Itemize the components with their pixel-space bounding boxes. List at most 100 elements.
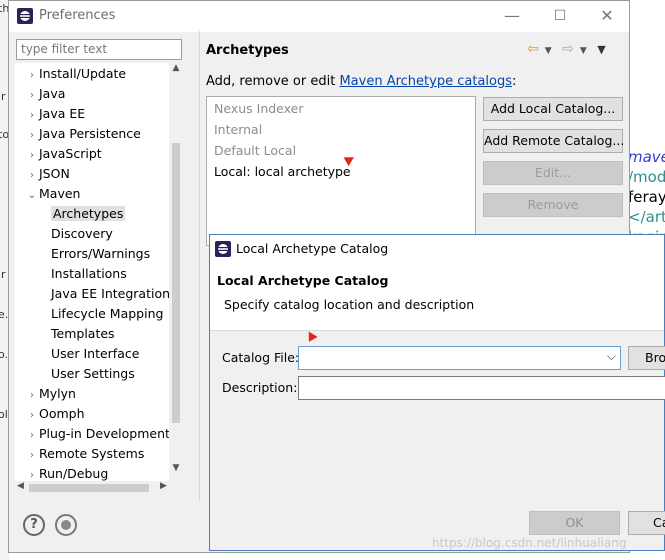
description-suffix: : [511,74,517,89]
tree-item-label: Java EE Integration [51,286,171,301]
tree-item-label: Remote Systems [39,446,145,461]
chevron-right-icon[interactable]: › [25,426,39,446]
scroll-up-icon[interactable]: ▲ [169,63,183,73]
hscroll-thumb[interactable] [29,484,149,492]
chevron-down-icon[interactable]: ⌄ [25,186,39,206]
add-local-catalog-button[interactable]: Add Local Catalog... [483,97,623,121]
catalog-item[interactable]: Nexus Indexer [214,101,303,116]
add-remote-catalog-button[interactable]: Add Remote Catalog... [483,129,624,153]
chevron-right-icon[interactable]: › [25,66,39,86]
annotation-arrow [304,329,318,342]
record-icon[interactable] [55,514,77,536]
tree-item[interactable]: ⌄ Maven [25,184,81,206]
tree-item-label: JavaScript [39,146,102,161]
chevron-right-icon[interactable]: › [25,406,39,426]
tree-item[interactable]: Archetypes [51,204,126,224]
edit-button[interactable]: Edit... [483,161,623,185]
browse-button[interactable]: Browse... [628,346,665,370]
tree-item-label: Templates [51,326,115,341]
view-menu-icon[interactable]: ▼ [597,43,605,56]
chevron-down-icon[interactable]: ⌵ [607,349,616,364]
close-icon[interactable]: ✕ [597,6,617,26]
chevron-right-icon[interactable]: › [25,106,39,126]
tree-item-label: Lifecycle Mapping [51,306,164,321]
page-title: Archetypes [206,43,289,58]
catalog-file-combo[interactable]: ⌵ [298,346,621,370]
dialog-title-bar: Local Archetype Catalog [210,235,664,263]
bg-editor-line: maven [628,148,665,166]
back-dropdown-icon[interactable]: ▼ [545,46,552,56]
tree-horizontal-scrollbar[interactable]: ◀ ▶ [15,481,183,495]
maven-archetype-catalogs-link[interactable]: Maven Archetype catalogs [339,74,512,89]
page-description: Add, remove or edit Maven Archetype cata… [206,74,516,89]
dialog-title: Local Archetype Catalog [236,241,389,256]
tree-item-label: Archetypes [51,206,126,221]
chevron-right-icon[interactable]: › [25,86,39,106]
chevron-right-icon[interactable]: › [25,446,39,466]
chevron-right-icon[interactable]: › [25,126,39,146]
tree-item[interactable]: › Java Persistence [25,124,141,144]
tree-item[interactable]: User Interface [51,344,139,364]
tree-item[interactable]: › Run/Debug [25,464,108,481]
tree-item[interactable]: › Java [25,84,65,104]
tree-item[interactable]: › Oomph [25,404,85,424]
tree-item-label: Mylyn [39,386,76,401]
tree-item[interactable]: › Mylyn [25,384,76,404]
tree-item-label: User Interface [51,346,140,361]
filter-input[interactable]: type filter text [16,39,182,60]
chevron-right-icon[interactable]: › [25,386,39,406]
scroll-down-icon[interactable]: ▼ [169,463,183,473]
minimize-icon[interactable]: — [502,6,522,26]
tree-item[interactable]: › Install/Update [25,64,126,84]
tree-item[interactable]: Lifecycle Mapping [51,304,163,324]
dialog-header-message: Specify catalog location and description [224,297,475,312]
tree-item[interactable]: › Plug-in Development [25,424,170,444]
watermark: https://blog.csdn.net/linhualiang [432,536,627,550]
eclipse-icon [215,241,231,257]
tree-item[interactable]: › Remote Systems [25,444,144,464]
scroll-right-icon[interactable]: ▶ [160,481,167,491]
tree-item[interactable]: › JavaScript [25,144,102,164]
tree-item[interactable]: › Java EE [25,104,85,124]
maximize-icon[interactable]: ☐ [550,6,570,26]
tree-item[interactable]: Java EE Integration [51,284,170,304]
tree-item-label: JSON [39,166,70,181]
local-archetype-catalog-dialog: Local Archetype Catalog Local Archetype … [209,234,665,551]
scroll-left-icon[interactable]: ◀ [17,481,24,491]
catalog-item[interactable]: Internal [214,122,262,137]
catalog-item[interactable]: Default Local [214,143,296,158]
description-field[interactable] [298,376,665,400]
chevron-right-icon[interactable]: › [25,146,39,166]
tree-item[interactable]: Templates [51,324,115,344]
back-icon[interactable]: ⇦ [527,41,539,57]
preference-tree: › Install/Update › Java › Java EE › Java Persis… [15,63,183,481]
forward-icon[interactable]: ⇨ [562,41,574,57]
tree-item[interactable]: › JSON [25,164,70,184]
tree-item[interactable]: User Settings [51,364,135,384]
bg-left-line: ir [0,268,6,281]
tree-item[interactable]: Errors/Warnings [51,244,150,264]
cancel-button[interactable]: Cancel [628,511,665,535]
eclipse-icon [17,8,33,24]
chevron-right-icon[interactable]: › [25,166,39,186]
description-text: Add, remove or edit [206,74,340,89]
bg-left-line: ir [0,90,6,103]
forward-dropdown-icon[interactable]: ▼ [580,46,587,56]
remove-button[interactable]: Remove [483,193,623,217]
window-title: Preferences [39,8,116,23]
tree-item-label: Installations [51,266,127,281]
catalog-item[interactable]: Local: local archetype [214,164,351,179]
tree-vertical-scrollbar[interactable]: ▲ ▼ [169,63,183,481]
page-navigation: ⇦ ▼ ⇨ ▼ ▼ [527,41,612,57]
bg-left-line: l [0,428,1,441]
tree-item[interactable]: Installations [51,264,127,284]
scroll-thumb[interactable] [172,143,180,423]
help-icon[interactable]: ? [23,514,45,536]
chevron-right-icon[interactable]: › [25,466,39,481]
ok-button[interactable]: OK [529,511,620,535]
tree-item[interactable]: Discovery [51,224,113,244]
divider [199,31,200,501]
tree-item-label: User Settings [51,366,135,381]
catalog-list[interactable]: Nexus Indexer Internal Default Local Loc… [206,96,476,246]
bg-left-line: ol [0,408,8,421]
